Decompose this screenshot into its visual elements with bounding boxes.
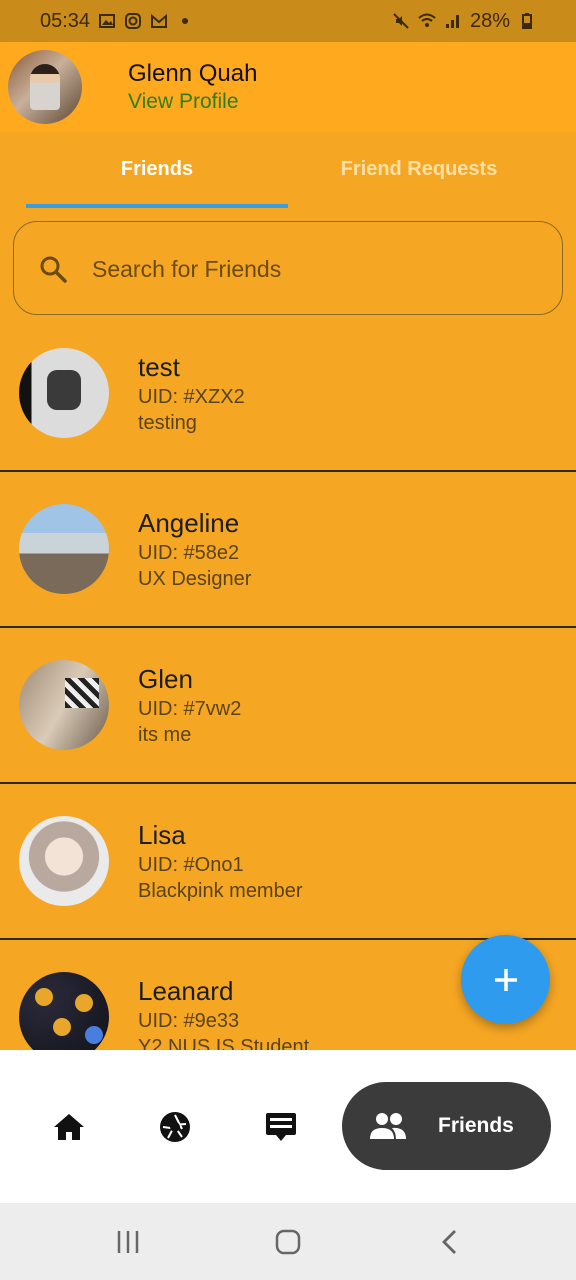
profile-avatar[interactable] bbox=[8, 50, 82, 124]
friend-name: Leanard bbox=[138, 976, 234, 1006]
battery-icon bbox=[522, 13, 532, 29]
recents-icon bbox=[117, 1231, 139, 1253]
friend-uid: UID: #9e33 bbox=[138, 1010, 240, 1032]
friend-avatar bbox=[19, 972, 109, 1050]
home-square-icon bbox=[275, 1229, 301, 1255]
friend-name: Lisa bbox=[138, 820, 186, 850]
system-nav-bar bbox=[0, 1203, 576, 1280]
view-profile-link[interactable]: View Profile bbox=[128, 90, 239, 114]
friend-avatar bbox=[19, 816, 109, 906]
tab-indicator bbox=[26, 204, 288, 208]
friend-bio: UX Designer bbox=[138, 568, 252, 590]
user-name: Glenn Quah bbox=[128, 60, 258, 87]
tab-bar: Friends Friend Requests bbox=[0, 132, 576, 208]
mute-icon bbox=[393, 13, 409, 29]
feed-icon bbox=[266, 1112, 296, 1141]
friend-uid: UID: #XZX2 bbox=[138, 386, 245, 408]
home-button[interactable] bbox=[268, 1225, 308, 1259]
status-time: 05:34 bbox=[40, 9, 91, 32]
search-icon bbox=[40, 256, 67, 283]
recents-button[interactable] bbox=[108, 1225, 148, 1259]
wifi-icon bbox=[418, 13, 436, 27]
battery-percent: 28% bbox=[469, 9, 510, 32]
back-button[interactable] bbox=[430, 1225, 470, 1259]
friend-avatar bbox=[19, 504, 109, 594]
friend-uid: UID: #58e2 bbox=[138, 542, 240, 564]
status-left: 05:34 bbox=[40, 10, 194, 33]
friend-name: Glen bbox=[138, 664, 193, 694]
friend-bio: testing bbox=[138, 412, 197, 434]
gallery-icon bbox=[99, 14, 116, 28]
search-input[interactable] bbox=[90, 248, 534, 290]
friend-row[interactable]: Glen UID: #7vw2 its me bbox=[0, 628, 576, 784]
bottom-nav: Friends bbox=[0, 1050, 576, 1203]
plus-icon bbox=[494, 968, 517, 991]
nav-friends[interactable]: Friends bbox=[342, 1082, 551, 1170]
friend-avatar bbox=[19, 660, 109, 750]
app-header: Glenn Quah View Profile bbox=[0, 42, 576, 132]
instagram-icon bbox=[125, 13, 142, 29]
friend-avatar bbox=[19, 348, 109, 438]
friend-bio: Y2 NUS IS Student bbox=[138, 1036, 310, 1050]
back-icon bbox=[442, 1230, 456, 1254]
status-right: 28% bbox=[392, 10, 536, 33]
friend-uid: UID: #Ono1 bbox=[138, 854, 244, 876]
friends-icon bbox=[370, 1113, 406, 1139]
friend-bio: its me bbox=[138, 724, 192, 746]
nav-friends-label: Friends bbox=[438, 1114, 514, 1137]
status-bar: 05:34 28% bbox=[0, 0, 576, 42]
friend-row[interactable]: Lisa UID: #Ono1 Blackpink member bbox=[0, 784, 576, 940]
nav-home[interactable] bbox=[38, 1050, 100, 1203]
home-icon bbox=[54, 1113, 84, 1140]
friend-row[interactable]: test UID: #XZX2 testing bbox=[0, 316, 576, 472]
add-friend-button[interactable] bbox=[461, 935, 550, 1024]
friend-name: test bbox=[138, 352, 180, 382]
signal-icon bbox=[445, 15, 459, 28]
friend-bio: Blackpink member bbox=[138, 880, 303, 902]
nav-camera[interactable] bbox=[144, 1050, 206, 1203]
tab-friend-requests[interactable]: Friend Requests bbox=[288, 132, 550, 206]
dot-icon bbox=[182, 18, 189, 24]
tab-friends[interactable]: Friends bbox=[26, 132, 288, 206]
nav-feed[interactable] bbox=[250, 1050, 312, 1203]
friend-row[interactable]: Angeline UID: #58e2 UX Designer bbox=[0, 472, 576, 628]
search-box[interactable] bbox=[13, 221, 563, 315]
gmail-icon bbox=[151, 13, 168, 28]
friend-name: Angeline bbox=[138, 508, 240, 538]
friend-uid: UID: #7vw2 bbox=[138, 698, 242, 720]
camera-aperture-icon bbox=[160, 1111, 190, 1142]
